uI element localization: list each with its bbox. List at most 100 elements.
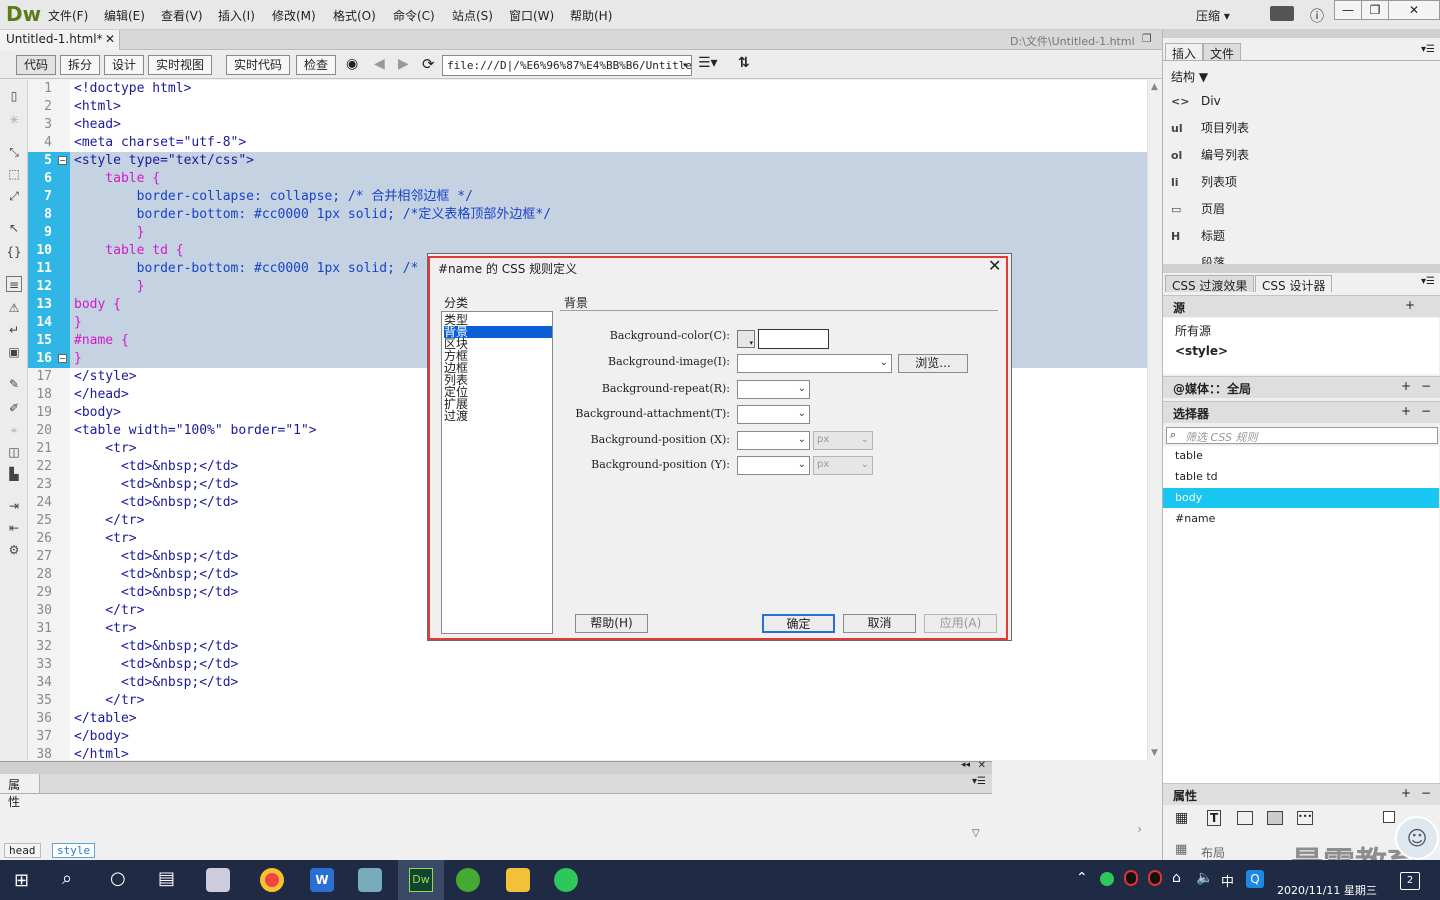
tab-files[interactable]: 文件: [1203, 43, 1242, 61]
menu-view[interactable]: 查看(V): [161, 7, 203, 24]
selector-item[interactable]: #name: [1163, 509, 1439, 529]
live-view-button[interactable]: 实时视图: [148, 55, 212, 75]
cortana-icon[interactable]: ○: [110, 868, 126, 889]
globe-icon[interactable]: ◉: [346, 56, 358, 72]
insert-item-heading[interactable]: H 标题: [1171, 225, 1225, 247]
add-source-icon[interactable]: +: [1405, 298, 1415, 312]
close-tab-icon[interactable]: ✕: [105, 32, 115, 46]
filter-css-rules-input[interactable]: ⌕ 筛选 CSS 规则: [1166, 427, 1438, 444]
search-icon[interactable]: ⌕: [62, 868, 72, 889]
properties-panel-grip[interactable]: ◂◂ ✕: [0, 760, 992, 774]
scroll-up-icon[interactable]: ▲: [1151, 82, 1158, 92]
notepad-icon[interactable]: [358, 868, 382, 892]
windows-start-icon[interactable]: ⊞: [14, 870, 29, 891]
panel-menu-icon[interactable]: ▾☰: [1421, 276, 1435, 287]
dreamweaver-task-active[interactable]: Dw: [398, 860, 444, 900]
clock-date[interactable]: 2020/11/11 星期三: [1277, 882, 1377, 898]
selector-item[interactable]: table td: [1163, 467, 1439, 487]
tab-css-transitions[interactable]: CSS 过渡效果: [1165, 275, 1255, 293]
indent-icon[interactable]: ⇥: [6, 498, 22, 514]
insert-item-ul[interactable]: ul 项目列表: [1171, 117, 1249, 139]
insert-item-paragraph[interactable]: 段落: [1171, 252, 1225, 264]
format-source-icon[interactable]: ⚙: [6, 542, 22, 558]
code-view-button[interactable]: 代码: [16, 55, 56, 75]
show-set-checkbox[interactable]: [1383, 811, 1395, 823]
add-property-icon[interactable]: +: [1401, 786, 1411, 800]
pinwheel-app-icon[interactable]: [206, 868, 230, 892]
inspect-button[interactable]: 检查: [296, 55, 336, 75]
show-code-navigator-icon[interactable]: ✳: [6, 112, 22, 128]
add-media-icon[interactable]: +: [1401, 379, 1411, 393]
layout-category-icon[interactable]: ▦: [1175, 810, 1188, 826]
collapse-panel-icon[interactable]: ◂◂: [961, 760, 970, 770]
remove-media-icon[interactable]: −: [1421, 379, 1431, 393]
expand-properties-icon[interactable]: ▽: [972, 828, 980, 839]
tag-style[interactable]: style: [52, 843, 96, 858]
move-css-icon[interactable]: ▙: [6, 466, 22, 482]
border-category-icon[interactable]: [1237, 811, 1253, 825]
wrap-tag-icon[interactable]: ⌖: [6, 422, 22, 438]
collapse-selection-icon[interactable]: ⬚: [6, 166, 22, 182]
minimize-button[interactable]: —: [1334, 0, 1362, 20]
scroll-down-icon[interactable]: ▼: [1151, 748, 1158, 758]
wechat-tray-icon[interactable]: [1100, 872, 1114, 886]
apply-comment-icon[interactable]: ✎: [6, 376, 22, 392]
menu-file[interactable]: 文件(F): [48, 7, 88, 24]
menu-format[interactable]: 格式(O): [333, 7, 376, 24]
wps-icon[interactable]: W: [310, 868, 334, 892]
insert-item-ol[interactable]: ol 编号列表: [1171, 144, 1249, 166]
expand-all-icon[interactable]: ⤢: [6, 188, 22, 204]
info-icon[interactable]: ⓘ: [1310, 6, 1324, 26]
refresh-icon[interactable]: ⟳: [422, 55, 435, 73]
more-category-icon[interactable]: •••: [1297, 811, 1313, 825]
menu-insert[interactable]: 插入(I): [218, 7, 255, 24]
selector-item[interactable]: table: [1163, 446, 1439, 466]
menu-window[interactable]: 窗口(W): [509, 7, 554, 24]
chrome-icon[interactable]: [260, 868, 284, 892]
tab-insert[interactable]: 插入: [1165, 43, 1204, 61]
insert-item-div[interactable]: <> Div: [1171, 90, 1221, 112]
wechat-icon[interactable]: [554, 868, 578, 892]
word-wrap-icon[interactable]: ↵: [6, 322, 22, 338]
maximize-button[interactable]: ❐: [1361, 0, 1389, 20]
source-item[interactable]: 所有源: [1175, 322, 1211, 339]
file-transfer-icon[interactable]: ⇅: [738, 55, 750, 71]
live-code-button[interactable]: 实时代码: [226, 55, 290, 75]
selector-item-selected[interactable]: body: [1163, 488, 1439, 508]
insert-category-select[interactable]: 结构 ▼: [1171, 68, 1208, 85]
insert-item-li[interactable]: li 列表项: [1171, 171, 1237, 193]
remove-property-icon[interactable]: −: [1421, 786, 1431, 800]
insert-panel-grip[interactable]: [1163, 30, 1440, 38]
volume-icon[interactable]: 🔈: [1196, 870, 1213, 886]
file-explorer-icon[interactable]: [506, 868, 530, 892]
menu-site[interactable]: 站点(S): [452, 7, 493, 24]
qq-tray-icon[interactable]: [1124, 870, 1138, 886]
split-view-button[interactable]: 拆分: [60, 55, 100, 75]
menu-modify[interactable]: 修改(M): [272, 7, 316, 24]
workspace-switcher[interactable]: 压缩 ▾: [1196, 7, 1230, 24]
back-arrow-icon[interactable]: ◀: [374, 56, 385, 72]
scroll-right-icon[interactable]: ›: [1137, 822, 1142, 836]
network-icon[interactable]: ⌂: [1172, 870, 1181, 886]
qq-browser-icon[interactable]: Q: [1246, 870, 1264, 888]
melon-icon[interactable]: [456, 868, 480, 892]
source-item[interactable]: <style>: [1175, 344, 1228, 358]
syntax-error-alerts-icon[interactable]: ▣: [6, 344, 22, 360]
outdent-icon[interactable]: ⇤: [6, 520, 22, 536]
notification-center-icon[interactable]: 2: [1400, 872, 1420, 890]
ime-indicator[interactable]: 中: [1221, 871, 1234, 890]
insert-item-header[interactable]: ▭ 页眉: [1171, 198, 1225, 220]
recent-snippets-icon[interactable]: ◫: [6, 444, 22, 460]
background-category-icon[interactable]: [1267, 811, 1283, 825]
code-scrollbar[interactable]: ▲ ▼: [1147, 80, 1162, 760]
line-numbers-icon[interactable]: ≡: [6, 276, 22, 292]
tab-css-designer[interactable]: CSS 设计器: [1255, 275, 1333, 293]
task-view-icon[interactable]: ▤: [158, 868, 175, 889]
panel-menu-icon[interactable]: ▾☰: [1421, 44, 1435, 55]
tag-head[interactable]: head: [4, 843, 41, 858]
chevron-down-icon[interactable]: ▾: [682, 56, 688, 75]
properties-tab[interactable]: 属性: [0, 774, 40, 809]
page-options-icon[interactable]: ☰▾: [698, 55, 718, 71]
text-category-icon[interactable]: T: [1207, 810, 1222, 826]
highlight-invalid-code-icon[interactable]: ⚠: [6, 300, 22, 316]
